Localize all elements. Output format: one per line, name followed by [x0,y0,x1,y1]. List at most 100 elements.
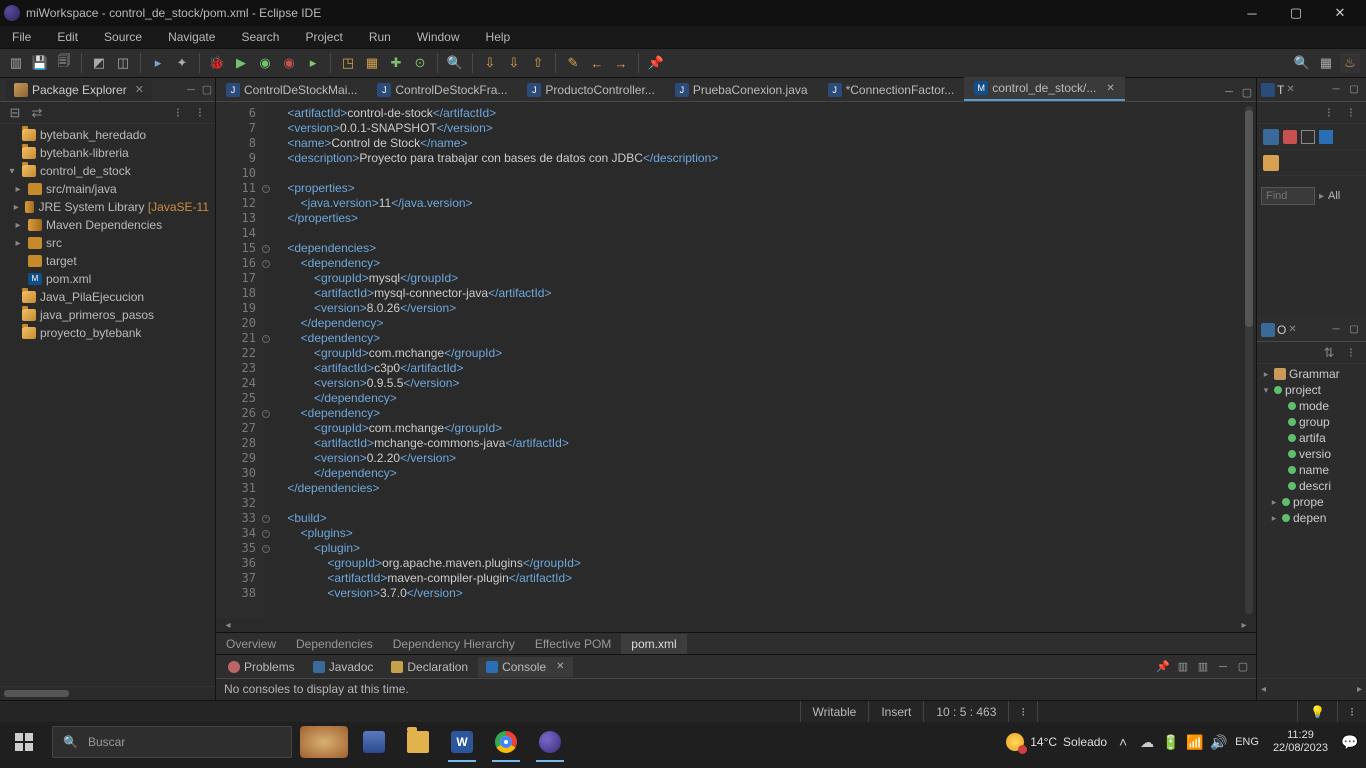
task-view-button[interactable] [352,722,396,762]
news-widget[interactable] [300,726,348,758]
close-icon[interactable]: ✕ [556,661,564,672]
horizontal-scrollbar[interactable]: ◂ ▸ [216,618,1256,632]
outline-node[interactable]: descri [1299,479,1331,493]
skip-all-breakpoints-icon[interactable]: ▸ [148,53,168,73]
new-button[interactable]: ▥ [6,53,26,73]
toggle-mark-icon[interactable]: ⇩ [480,53,500,73]
menu-window[interactable]: Window [413,28,464,46]
tray-overflow-icon[interactable]: ˄ [1115,734,1131,750]
window-close-button[interactable]: ✕ [1318,0,1362,26]
pom-tab-effective[interactable]: Effective POM [525,634,621,654]
close-icon[interactable]: ✕ [135,83,144,96]
outline-node[interactable]: versio [1299,447,1331,461]
scroll-left-icon[interactable]: ◂ [1261,684,1266,695]
problems-tab[interactable]: Problems [220,657,303,677]
editor-tab[interactable]: PruebaConexion.java [665,79,818,101]
run-last-button[interactable]: ◉ [279,53,299,73]
task-toolbar-icon[interactable]: ⁝ [1320,104,1338,122]
view-maximize-icon[interactable]: ▢ [1346,82,1362,98]
open-console-icon[interactable]: ▥ [1194,658,1212,676]
last-edit-icon[interactable]: ✎ [563,53,583,73]
view-maximize-icon[interactable]: ▢ [199,82,215,98]
search-button[interactable]: 🔍 [445,53,465,73]
prev-annotation-icon[interactable]: ⇧ [528,53,548,73]
menu-file[interactable]: File [8,28,35,46]
menu-navigate[interactable]: Navigate [164,28,219,46]
view-maximize-icon[interactable]: ▢ [1346,322,1362,338]
forward-button[interactable]: → [611,53,631,73]
editor-tab[interactable]: ControlDeStockMai... [216,79,367,101]
menu-source[interactable]: Source [100,28,146,46]
eclipse-app-button[interactable] [528,722,572,762]
link-editor-icon[interactable]: ◫ [113,53,133,73]
quick-access-search-icon[interactable]: 🔍 [1292,53,1312,73]
outline-node[interactable]: depen [1293,511,1326,525]
new-class-icon[interactable]: ✚ [386,53,406,73]
wifi-icon[interactable]: 📶 [1187,734,1203,750]
console-tab[interactable]: Console✕ [478,657,572,677]
taskbar-search[interactable]: 🔍 Buscar [52,726,292,758]
battery-icon[interactable]: 🔋 [1163,734,1179,750]
pom-tab-overview[interactable]: Overview [216,634,286,654]
view-minimize-icon[interactable]: ─ [1328,82,1344,98]
outline-node[interactable]: name [1299,463,1329,477]
save-all-button[interactable]: 🗐 [54,53,74,73]
display-console-icon[interactable]: ▥ [1174,658,1192,676]
task-toolbar-icon[interactable]: ⁝ [1342,104,1360,122]
task-list-tab[interactable]: T [1277,83,1284,97]
code-area[interactable]: <artifactId>control-de-stock</artifactId… [264,102,1242,618]
window-minimize-button[interactable]: ─ [1230,0,1274,26]
find-arrow-icon[interactable]: ▸ [1319,191,1324,202]
taskbar-clock[interactable]: 11:29 22/08/2023 [1267,729,1334,755]
language-indicator[interactable]: ENG [1235,736,1259,748]
new-java-project-icon[interactable]: ◳ [338,53,358,73]
pom-tab-dependencies[interactable]: Dependencies [286,634,383,654]
onedrive-icon[interactable]: ☁ [1139,734,1155,750]
sort-icon[interactable]: ⇅ [1320,344,1338,362]
package-explorer-tab[interactable]: Package Explorer ✕ [6,80,152,100]
scroll-left-icon[interactable]: ◂ [222,620,234,631]
tip-of-day-icon[interactable]: 💡 [1297,701,1337,722]
notifications-icon[interactable]: 💬 [1342,734,1358,750]
outline-node[interactable]: prope [1293,495,1324,509]
view-minimize-icon[interactable]: ─ [1328,322,1344,338]
close-icon[interactable]: ✕ [1288,324,1296,335]
view-minimize-icon[interactable]: ─ [183,82,199,98]
link-with-editor-icon[interactable]: ⇄ [28,104,46,122]
start-button[interactable] [0,722,48,762]
run-button[interactable]: ▶ [231,53,251,73]
project-node[interactable]: java_primeros_pasos [40,308,154,322]
next-annotation-icon[interactable]: ⇩ [504,53,524,73]
java-perspective-icon[interactable]: ♨ [1340,53,1360,73]
save-button[interactable]: 💾 [30,53,50,73]
tree-node[interactable]: src/main/java [46,182,117,196]
back-button[interactable]: ← [587,53,607,73]
outline-node[interactable]: group [1299,415,1330,429]
project-node[interactable]: Java_PilaEjecucion [40,290,144,304]
scroll-right-icon[interactable]: ▸ [1357,684,1362,695]
menu-project[interactable]: Project [301,28,346,46]
tree-node[interactable]: target [46,254,77,268]
view-minimize-icon[interactable]: ─ [1214,658,1232,676]
view-menu-icon[interactable]: ⁝ [191,104,209,122]
pom-tab-dep-hierarchy[interactable]: Dependency Hierarchy [383,634,525,654]
project-node[interactable]: bytebank-libreria [40,146,129,160]
project-node[interactable]: bytebank_heredado [40,128,146,142]
javadoc-tab[interactable]: Javadoc [305,657,382,677]
outline-tab[interactable]: O [1277,323,1286,337]
pom-tab-xml[interactable]: pom.xml [621,634,686,654]
collapse-all-icon[interactable]: ⊟ [6,104,24,122]
filters-icon[interactable]: ⁝ [169,104,187,122]
debug-button[interactable]: 🐞 [207,53,227,73]
outline-node[interactable]: Grammar [1289,367,1340,381]
word-app-button[interactable] [440,722,484,762]
menu-search[interactable]: Search [237,28,283,46]
project-node[interactable]: proyecto_bytebank [40,326,141,340]
new-wizard-icon[interactable]: ✦ [172,53,192,73]
editor-tab-active[interactable]: control_de_stock/...✕ [964,77,1124,101]
tree-node[interactable]: src [46,236,62,250]
new-package-icon[interactable]: ▦ [362,53,382,73]
editor-minimize-icon[interactable]: ─ [1220,83,1238,101]
chrome-app-button[interactable] [484,722,528,762]
tree-node[interactable]: Maven Dependencies [46,218,162,232]
